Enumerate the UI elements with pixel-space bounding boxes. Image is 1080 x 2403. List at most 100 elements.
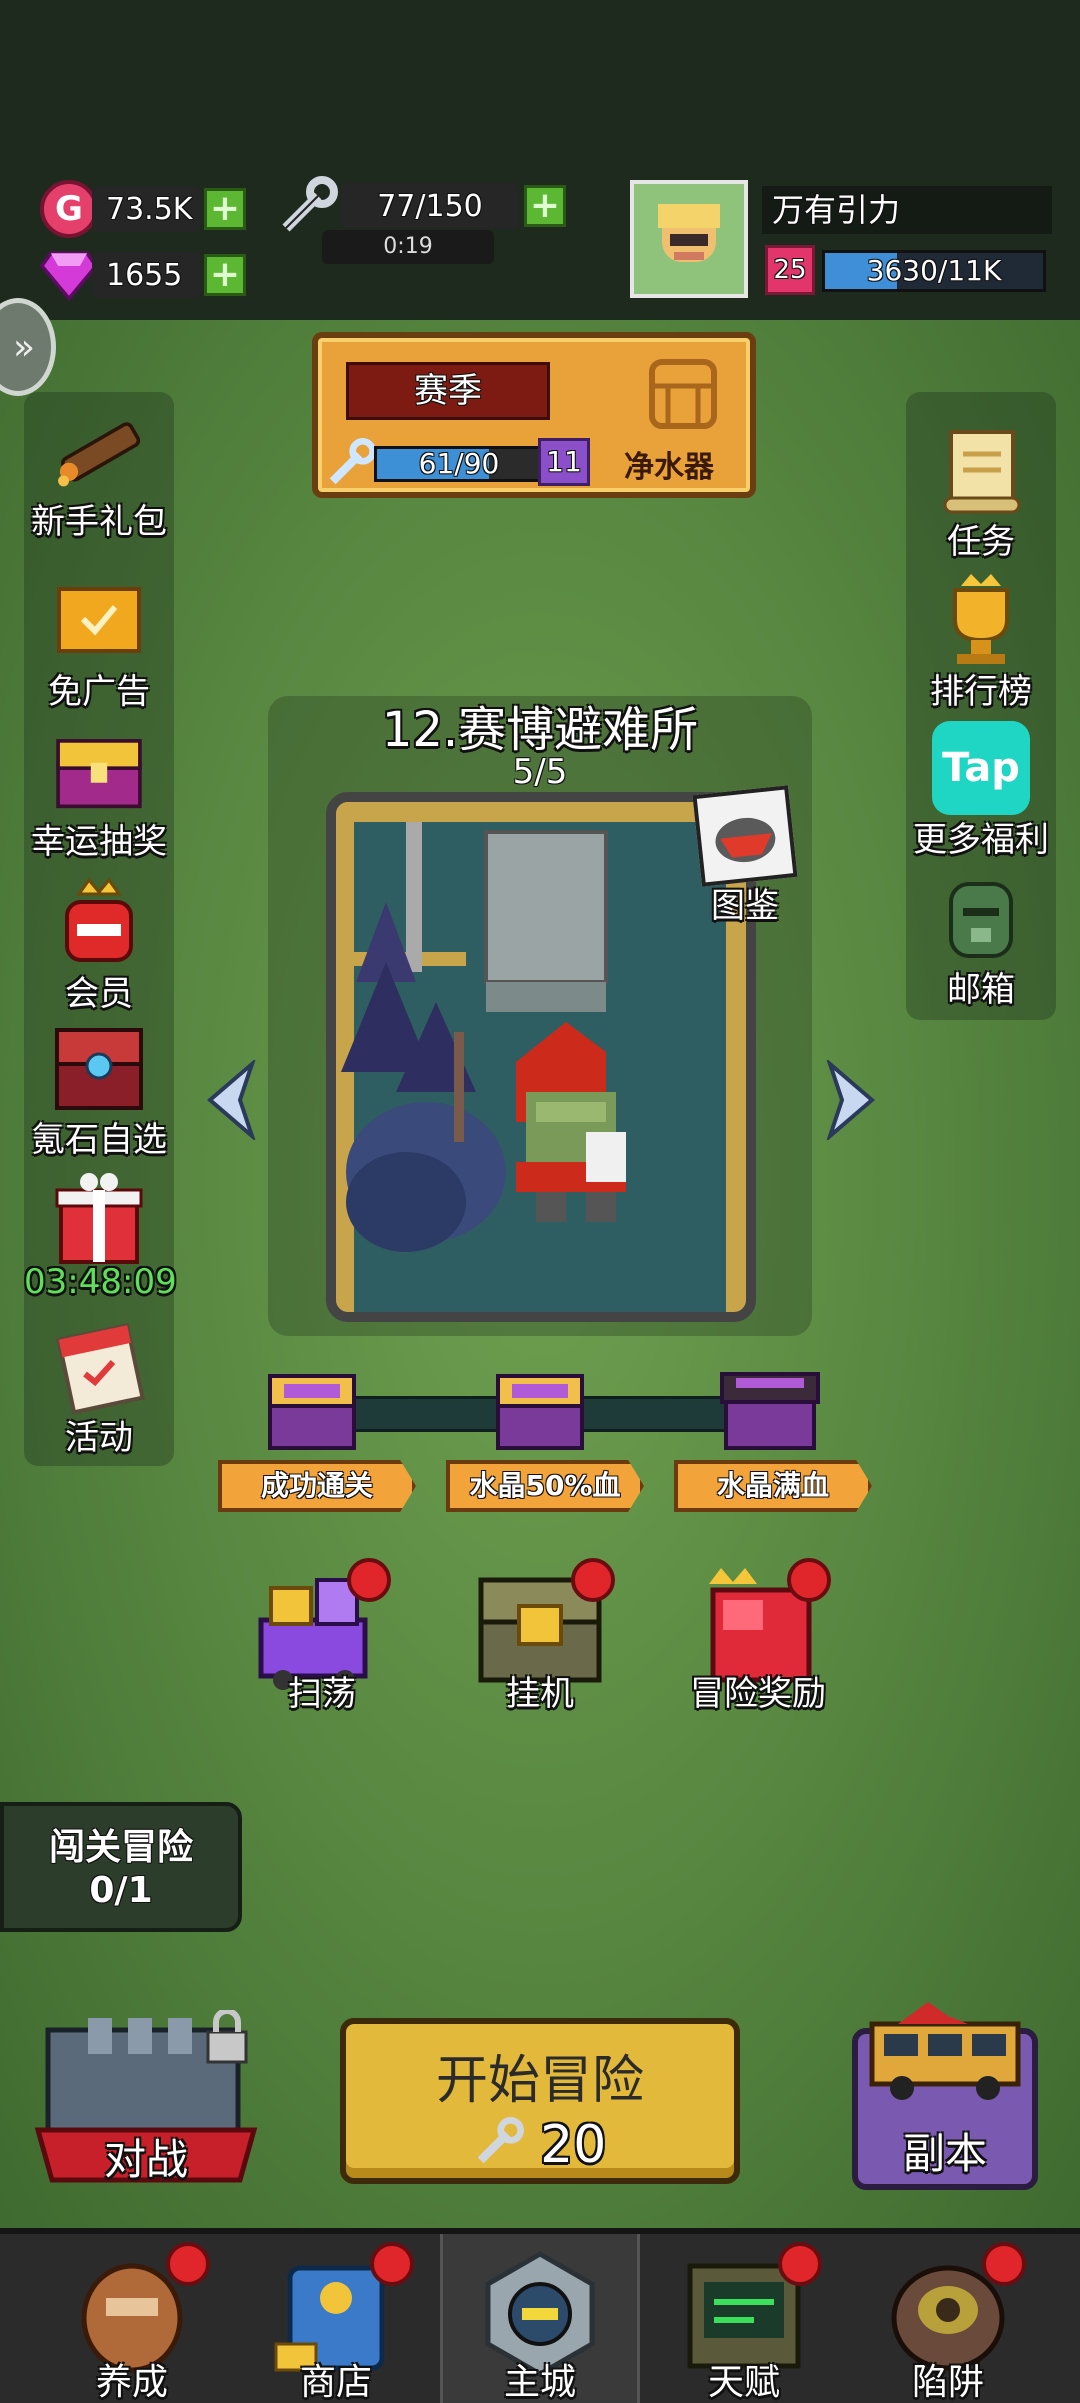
next-level-button[interactable] [825, 1057, 876, 1143]
sweep-notification-dot [347, 1558, 391, 1602]
wrench-icon [278, 176, 338, 236]
left-menu-label: 活动 [65, 1418, 133, 1458]
gold-coin-icon: G [40, 180, 98, 238]
gem-value: 1655 [106, 257, 183, 293]
nav-label: 养成 [95, 2362, 168, 2403]
gift-countdown: 03:48:09 [24, 1262, 177, 1302]
player-xp-text: 3630/11K [866, 254, 1002, 287]
start-adventure-button[interactable]: 开始冒险 20 [340, 2018, 740, 2184]
sweep-button[interactable]: 扫荡 [232, 1558, 412, 1715]
adventure-card[interactable]: 闯关冒险 0/1 [0, 1802, 242, 1932]
left-menu-gift-timer[interactable]: 03:48:09 [24, 1168, 177, 1302]
nav-shop[interactable]: 商店 [236, 2234, 436, 2403]
idle-notification-dot [571, 1558, 615, 1602]
calendar-icon [49, 1316, 149, 1416]
adventure-reward-button[interactable]: 冒险奖励 [668, 1558, 848, 1715]
left-menu-membership[interactable]: 会员 [24, 872, 174, 1015]
codex-icon [692, 785, 798, 887]
tap-icon: Tap [931, 718, 1031, 818]
battle-label: 对战 [103, 2135, 188, 2184]
gold-resource: G 73.5K + [40, 180, 246, 238]
energy-value: 77/150 [377, 188, 483, 224]
rocket-launcher-icon [49, 400, 149, 500]
left-menu-no-ads[interactable]: 免广告 [24, 570, 174, 713]
avatar[interactable] [630, 180, 748, 298]
nav-cultivate[interactable]: 养成 [32, 2234, 232, 2403]
gem-add-button[interactable]: + [204, 254, 246, 296]
left-menu-events[interactable]: 活动 [24, 1316, 174, 1459]
right-menu-mailbox[interactable]: 邮箱 [906, 868, 1056, 1011]
right-menu-tasks[interactable]: 任务 [906, 420, 1056, 563]
right-menu-more-benefits[interactable]: Tap 更多福利 [906, 718, 1056, 861]
milestone-chest-3[interactable] [718, 1370, 822, 1452]
nav-label: 商店 [299, 2362, 372, 2403]
milestone-label-3: 水晶满血 [674, 1460, 872, 1512]
chest-open-icon [720, 1372, 820, 1450]
start-adventure-title: 开始冒险 [435, 2051, 644, 2111]
nav-main-city[interactable]: 主城 [440, 2234, 640, 2403]
start-adventure-cost-value: 20 [540, 2115, 607, 2175]
arrow-left-icon [206, 1057, 257, 1143]
milestone-label-2: 水晶50%血 [446, 1460, 644, 1512]
nav-notification-dot [778, 2242, 822, 2286]
dungeon-button[interactable]: 副本 [852, 2002, 1038, 2190]
left-menu-starter-pack[interactable]: 新手礼包 [24, 400, 174, 543]
double-chevron-icon: » [12, 326, 35, 368]
chest-icon [268, 1374, 356, 1450]
right-menu-label: 更多福利 [913, 820, 1049, 860]
battle-button[interactable]: 对战 [28, 2008, 264, 2196]
arrow-right-icon [825, 1057, 876, 1143]
player-panel[interactable]: 万有引力 25 3630/11K [630, 180, 1052, 300]
left-menu-label: 会员 [65, 974, 133, 1014]
energy-timer: 0:19 [322, 230, 494, 264]
gem-value-box: 1655 [92, 252, 200, 298]
left-menu-kryptonite-pick[interactable]: 氪石自选 [24, 1018, 174, 1161]
trophy-icon [931, 570, 1031, 670]
treasure-chest-icon [49, 720, 149, 820]
player-level-badge: 25 [765, 245, 815, 295]
energy-resource: 77/150 + [278, 176, 566, 236]
gold-add-button[interactable]: + [204, 188, 246, 230]
season-progress-text: 61/90 [418, 447, 500, 480]
right-menu-label: 邮箱 [947, 970, 1015, 1010]
bottom-nav: 养成 商店 主城 天赋 陷阱 [0, 2228, 1080, 2403]
prev-level-button[interactable] [206, 1057, 257, 1143]
gift-box-icon [49, 1168, 149, 1268]
milestone-chest-2[interactable] [492, 1370, 588, 1452]
player-name: 万有引力 [762, 186, 1052, 234]
season-title: 赛季 [346, 362, 550, 420]
scroll-icon [931, 420, 1031, 520]
nav-notification-dot [166, 2242, 210, 2286]
ticket-icon [49, 570, 149, 670]
crown-icon [49, 872, 149, 972]
nav-notification-dot [370, 2242, 414, 2286]
level-scene-art [336, 802, 746, 1312]
left-menu-label: 免广告 [48, 672, 150, 712]
nav-label: 天赋 [707, 2362, 780, 2403]
energy-add-button[interactable]: + [524, 185, 566, 227]
season-progress-bar: 61/90 [374, 446, 544, 482]
season-panel[interactable]: 赛季 61/90 11 净水器 [312, 332, 756, 498]
codex-button[interactable]: 图鉴 [690, 785, 800, 927]
milestone-chest-1[interactable] [264, 1370, 360, 1452]
left-menu-lucky-draw[interactable]: 幸运抽奖 [24, 720, 174, 863]
nav-label: 主城 [503, 2362, 576, 2403]
wrench-icon [474, 2116, 524, 2180]
season-level-badge: 11 [538, 438, 590, 486]
chest-icon [496, 1374, 584, 1450]
mailbox-icon [931, 868, 1031, 968]
nav-label: 陷阱 [911, 2362, 984, 2403]
bus-icon [869, 2002, 1021, 2100]
right-menu-leaderboard[interactable]: 排行榜 [906, 570, 1056, 713]
adventure-count: 0/1 [89, 1870, 153, 1911]
reward-notification-dot [787, 1558, 831, 1602]
right-menu-label: 任务 [947, 522, 1015, 562]
water-purifier-icon [638, 352, 728, 440]
nav-trap[interactable]: 陷阱 [848, 2234, 1048, 2403]
milestone-label-1: 成功通关 [218, 1460, 416, 1512]
nav-talent[interactable]: 天赋 [644, 2234, 844, 2403]
idle-button[interactable]: 挂机 [450, 1558, 630, 1715]
gold-value: 73.5K [106, 191, 193, 227]
left-menu-label: 新手礼包 [31, 502, 167, 542]
dungeon-label: 副本 [902, 2129, 987, 2178]
